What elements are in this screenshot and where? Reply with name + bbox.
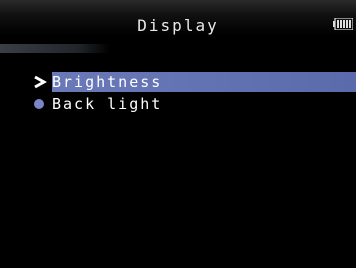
chevron-right-icon — [34, 75, 47, 89]
header-underline — [0, 44, 110, 53]
bullet-dot-icon — [34, 99, 44, 109]
menu-item-brightness[interactable]: Brightness — [34, 72, 356, 92]
battery-icon — [333, 18, 353, 30]
menu-item-label: Brightness — [52, 73, 163, 91]
settings-menu: Brightness Back light — [0, 72, 356, 116]
menu-item-back-light[interactable]: Back light — [0, 94, 356, 114]
menu-item-label: Back light — [52, 95, 163, 113]
title-bar: Display — [0, 0, 356, 36]
page-title: Display — [137, 16, 219, 35]
